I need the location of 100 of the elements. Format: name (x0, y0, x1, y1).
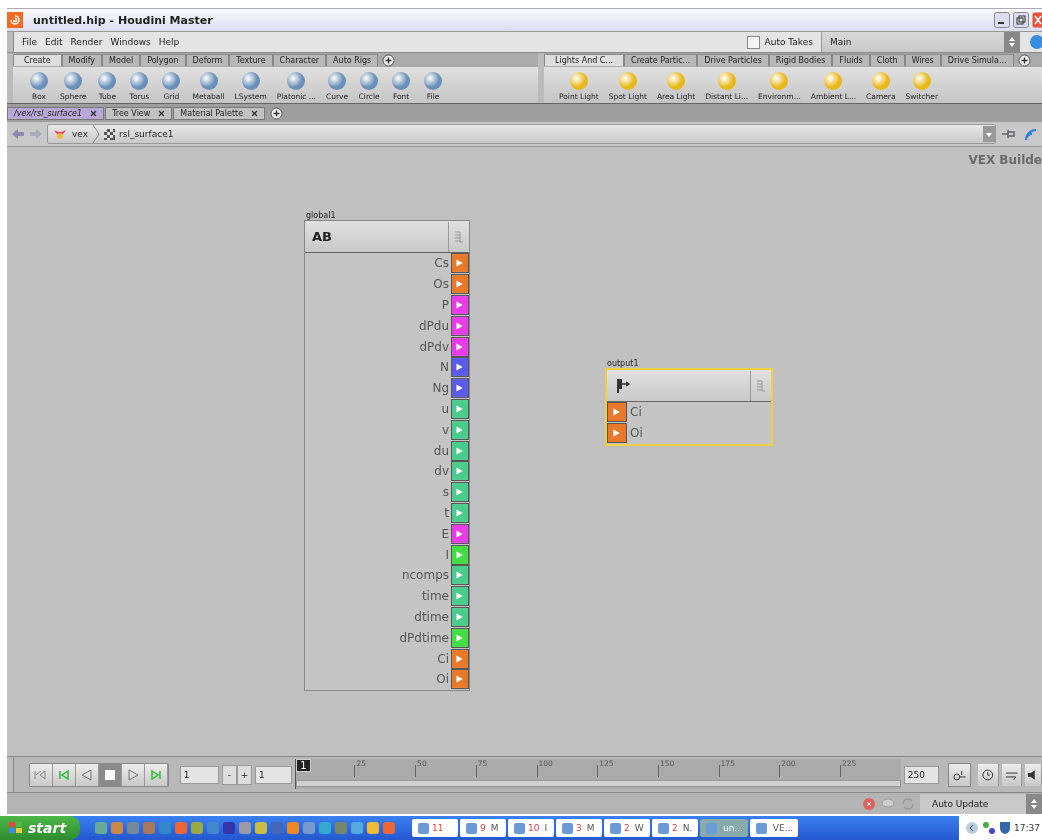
launcher-icon[interactable] (318, 821, 333, 835)
stop-icon[interactable] (98, 763, 122, 786)
shelf-tool-icon[interactable] (616, 69, 639, 92)
taskbar-button[interactable]: 3 M (556, 819, 603, 837)
shelf-tool-icon[interactable] (285, 69, 308, 92)
shelf-tool-icon[interactable] (422, 69, 445, 92)
output-port-icon[interactable] (451, 357, 469, 378)
taskbar-button[interactable]: 10 I (508, 819, 555, 837)
menu-item[interactable]: Windows (110, 37, 151, 47)
output-port-icon[interactable] (451, 274, 469, 295)
step-back-icon[interactable] (52, 763, 76, 786)
shelf-tool-icon[interactable] (567, 69, 590, 92)
launcher-icon[interactable] (382, 821, 397, 835)
output-port-icon[interactable] (451, 482, 469, 503)
auto-takes-checkbox[interactable]: Auto Takes (746, 35, 813, 49)
close-icon[interactable] (90, 109, 98, 117)
shield-icon[interactable] (999, 821, 1012, 835)
shelf-tab[interactable]: Modify (61, 54, 103, 66)
add-tab-icon[interactable] (270, 106, 284, 120)
menu-item[interactable]: Render (70, 37, 103, 47)
spinner-arrows-icon[interactable] (1026, 793, 1042, 814)
shelf-tab[interactable]: Lights And C... (544, 54, 625, 66)
launcher-icon[interactable] (190, 821, 205, 835)
output-port-icon[interactable] (451, 586, 469, 607)
output-port-icon[interactable] (451, 378, 469, 399)
pane-tab[interactable]: Material Palette (173, 106, 266, 120)
shelf-tab[interactable]: Wires (904, 54, 941, 66)
close-icon[interactable] (1032, 12, 1042, 28)
shelf-tool-icon[interactable] (665, 69, 688, 92)
launcher-icon[interactable] (238, 821, 253, 835)
add-tab-icon[interactable] (382, 53, 396, 67)
take-dropdown[interactable]: Main (821, 32, 1020, 52)
menu-item[interactable]: Help (158, 37, 180, 47)
restore-icon[interactable] (1013, 12, 1029, 28)
shelf-tab[interactable]: Deform (185, 54, 230, 66)
network-icon[interactable] (982, 821, 997, 835)
shelf-tool-icon[interactable] (239, 69, 262, 92)
shelf-tool-icon[interactable] (822, 69, 845, 92)
shelf-tool-icon[interactable] (715, 69, 738, 92)
shelf-tool-icon[interactable] (910, 69, 933, 92)
path-field[interactable]: vex rsl_surface1 (47, 124, 996, 144)
current-frame-field[interactable]: 1 (179, 765, 219, 784)
shelf-tab[interactable]: Drive Particles (697, 54, 769, 66)
shelf-tab[interactable]: Create (13, 54, 62, 66)
clock-icon[interactable] (978, 763, 999, 786)
shelf-tab[interactable]: Rigid Bodies (768, 54, 833, 66)
launcher-icon[interactable] (158, 821, 173, 835)
frame-marker[interactable]: 1 (296, 759, 311, 772)
step-button[interactable]: - (221, 764, 237, 785)
launcher-icon[interactable] (254, 821, 269, 835)
output-port-icon[interactable] (451, 295, 469, 315)
shelf-tool-icon[interactable] (197, 69, 220, 92)
shelf-tab[interactable]: Fluids (832, 54, 870, 66)
taskbar-button[interactable]: 9 M (460, 819, 507, 837)
launcher-icon[interactable] (302, 821, 317, 835)
menu-item[interactable]: File (22, 37, 38, 47)
launcher-icon[interactable] (334, 821, 349, 835)
pane-tab[interactable]: /vex/rsl_surface1 (7, 106, 105, 120)
output-port-icon[interactable] (451, 461, 469, 482)
launcher-icon[interactable] (286, 821, 301, 835)
add-tab-icon[interactable] (1017, 53, 1031, 67)
shader-node[interactable]: AB Cs Os P dPdu dPdv N Ng u v du dv s t E I ncomps time dtime dPdtime Ci Oi (304, 220, 470, 691)
shelf-tab[interactable]: Drive Simula... (940, 54, 1014, 66)
taskbar-button[interactable]: 2 N. (652, 819, 699, 837)
shelf-tool-icon[interactable] (128, 69, 151, 92)
launcher-icon[interactable] (94, 821, 109, 835)
step-forward-icon[interactable] (144, 763, 168, 786)
launcher-icon[interactable] (110, 821, 125, 835)
speaker-icon[interactable] (1025, 763, 1042, 786)
shader-node[interactable]: Ci Oi (605, 368, 773, 446)
shelf-tool-icon[interactable] (869, 69, 892, 92)
output-port-icon[interactable] (451, 648, 469, 669)
speech-bubble-icon[interactable] (880, 796, 896, 811)
taskbar-button[interactable]: 2 W (604, 819, 651, 837)
minimize-icon[interactable] (994, 12, 1010, 28)
jump-start-icon[interactable] (29, 763, 53, 786)
shelf-tab[interactable]: Polygon (140, 54, 186, 66)
input-port-icon[interactable] (607, 402, 627, 423)
end-frame-field[interactable]: 250 (903, 765, 939, 784)
shelf-tab[interactable]: Cloth (869, 54, 905, 66)
shelf-tool-icon[interactable] (160, 69, 183, 92)
output-port-icon[interactable] (451, 440, 469, 461)
output-port-icon[interactable] (451, 544, 469, 565)
output-port-icon[interactable] (451, 253, 469, 274)
launcher-icon[interactable] (174, 821, 189, 835)
pane-tab[interactable]: Tree View (105, 106, 173, 120)
network-canvas[interactable]: VEX Builde global1 AB Cs Os P dPdu dPdv N Ng u v du dv s t E I ncomps time dtime dPdtime Ci Oi output1 Ci Oi (7, 146, 1042, 756)
output-port-icon[interactable] (451, 502, 469, 523)
taskbar-button[interactable]: VE... (749, 819, 799, 837)
error-icon[interactable] (862, 796, 876, 811)
launcher-icon[interactable] (206, 821, 221, 835)
pin-icon[interactable] (1000, 127, 1018, 141)
output-port-icon[interactable] (451, 398, 469, 419)
drag-handle[interactable] (7, 32, 14, 52)
shelf-tab[interactable]: Auto Rigs (326, 54, 379, 66)
shelf-tool-icon[interactable] (326, 69, 349, 92)
launcher-icon[interactable] (350, 821, 365, 835)
output-port-icon[interactable] (451, 336, 469, 357)
shelf-tool-icon[interactable] (62, 69, 85, 92)
output-port-icon[interactable] (451, 669, 469, 690)
